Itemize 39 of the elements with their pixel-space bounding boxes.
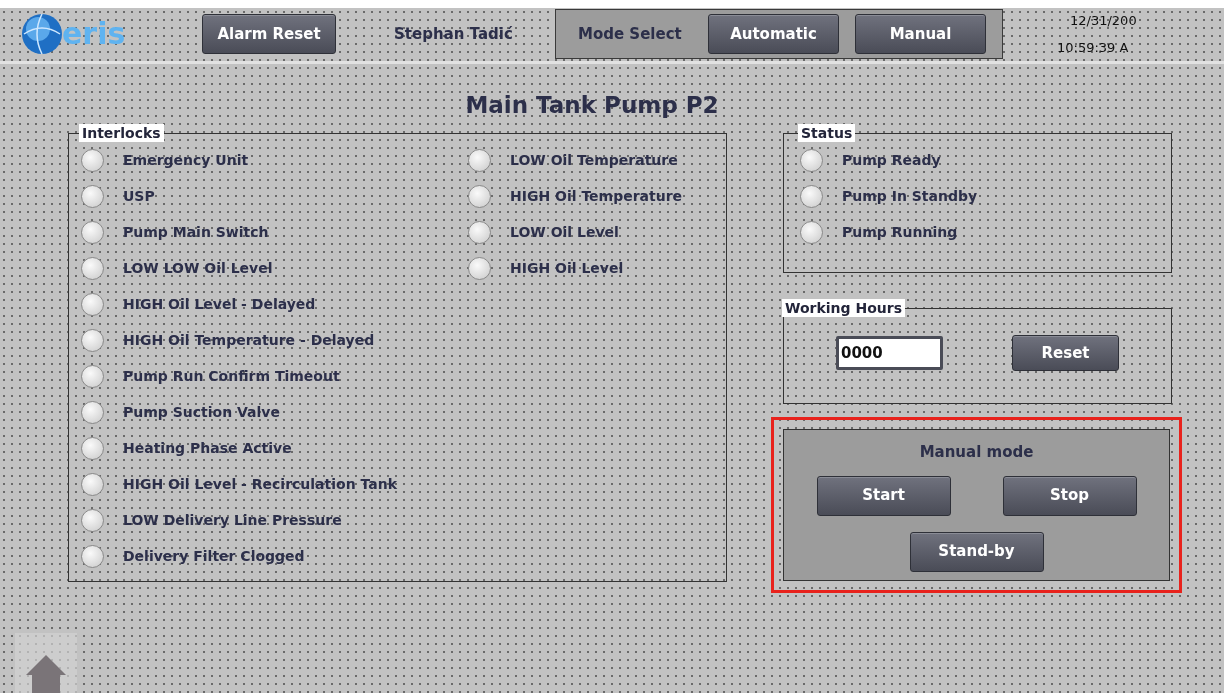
mode-select-label: Mode Select (578, 23, 683, 45)
page-title: Main Tank Pump P2 (465, 90, 719, 120)
manual-mode-title: Manual mode (919, 442, 1034, 463)
reset-button[interactable]: Reset (1012, 335, 1119, 371)
alarm-reset-button[interactable]: Alarm Reset (202, 14, 336, 55)
group-title: Interlocks (79, 124, 164, 142)
interlock-label: Pump Ready (842, 150, 941, 170)
group-title: Working Hours (782, 299, 905, 317)
interlock-label: HIGH Oil Level (510, 258, 624, 278)
control-button[interactable]: Stop (1002, 475, 1137, 516)
interlock-label: Heating Phase Active (123, 438, 292, 458)
date-text: 12/31/200 (1070, 11, 1137, 30)
interlock-label: Pump Running (842, 222, 958, 242)
control-button[interactable]: Stand-by (909, 531, 1044, 572)
logo-text: eris (62, 19, 126, 50)
interlock-label: Emergency Unit (123, 150, 249, 170)
interlock-label: HIGH Oil Temperature - Delayed (123, 330, 375, 350)
interlock-label: Pump Run Confirm Timeout (123, 366, 340, 386)
interlock-label: LOW Delivery Line Pressure (123, 510, 342, 530)
group-title: Status (798, 124, 856, 142)
user-name: Stephan Tadić (394, 23, 514, 45)
mode-button[interactable]: Manual (855, 14, 986, 55)
interlock-label: HIGH Oil Level - Delayed (123, 294, 316, 314)
interlock-label: Pump In Standby (842, 186, 978, 206)
control-button[interactable]: Start (816, 475, 951, 516)
interlock-label: LOW Oil Level (510, 222, 619, 242)
interlock-label: LOW Oil Temperature (510, 150, 678, 170)
globe-logo-icon (20, 12, 64, 57)
interlock-label: Delivery Filter Clogged (123, 546, 305, 566)
interlock-label: HIGH Oil Level - Recirculation Tank (123, 474, 397, 494)
interlock-label: LOW LOW Oil Level (123, 258, 273, 278)
interlock-label: Pump Suction Valve (123, 402, 280, 422)
interlock-label: Pump Main Switch (123, 222, 269, 242)
hours-field[interactable]: 0000 (836, 336, 943, 370)
mode-button[interactable]: Automatic (708, 14, 839, 55)
time-text: 10:59:39 A (1057, 39, 1129, 58)
home-icon[interactable] (24, 653, 68, 693)
interlock-label: HIGH Oil Temperature (510, 186, 683, 206)
interlock-label: USP (123, 186, 155, 206)
